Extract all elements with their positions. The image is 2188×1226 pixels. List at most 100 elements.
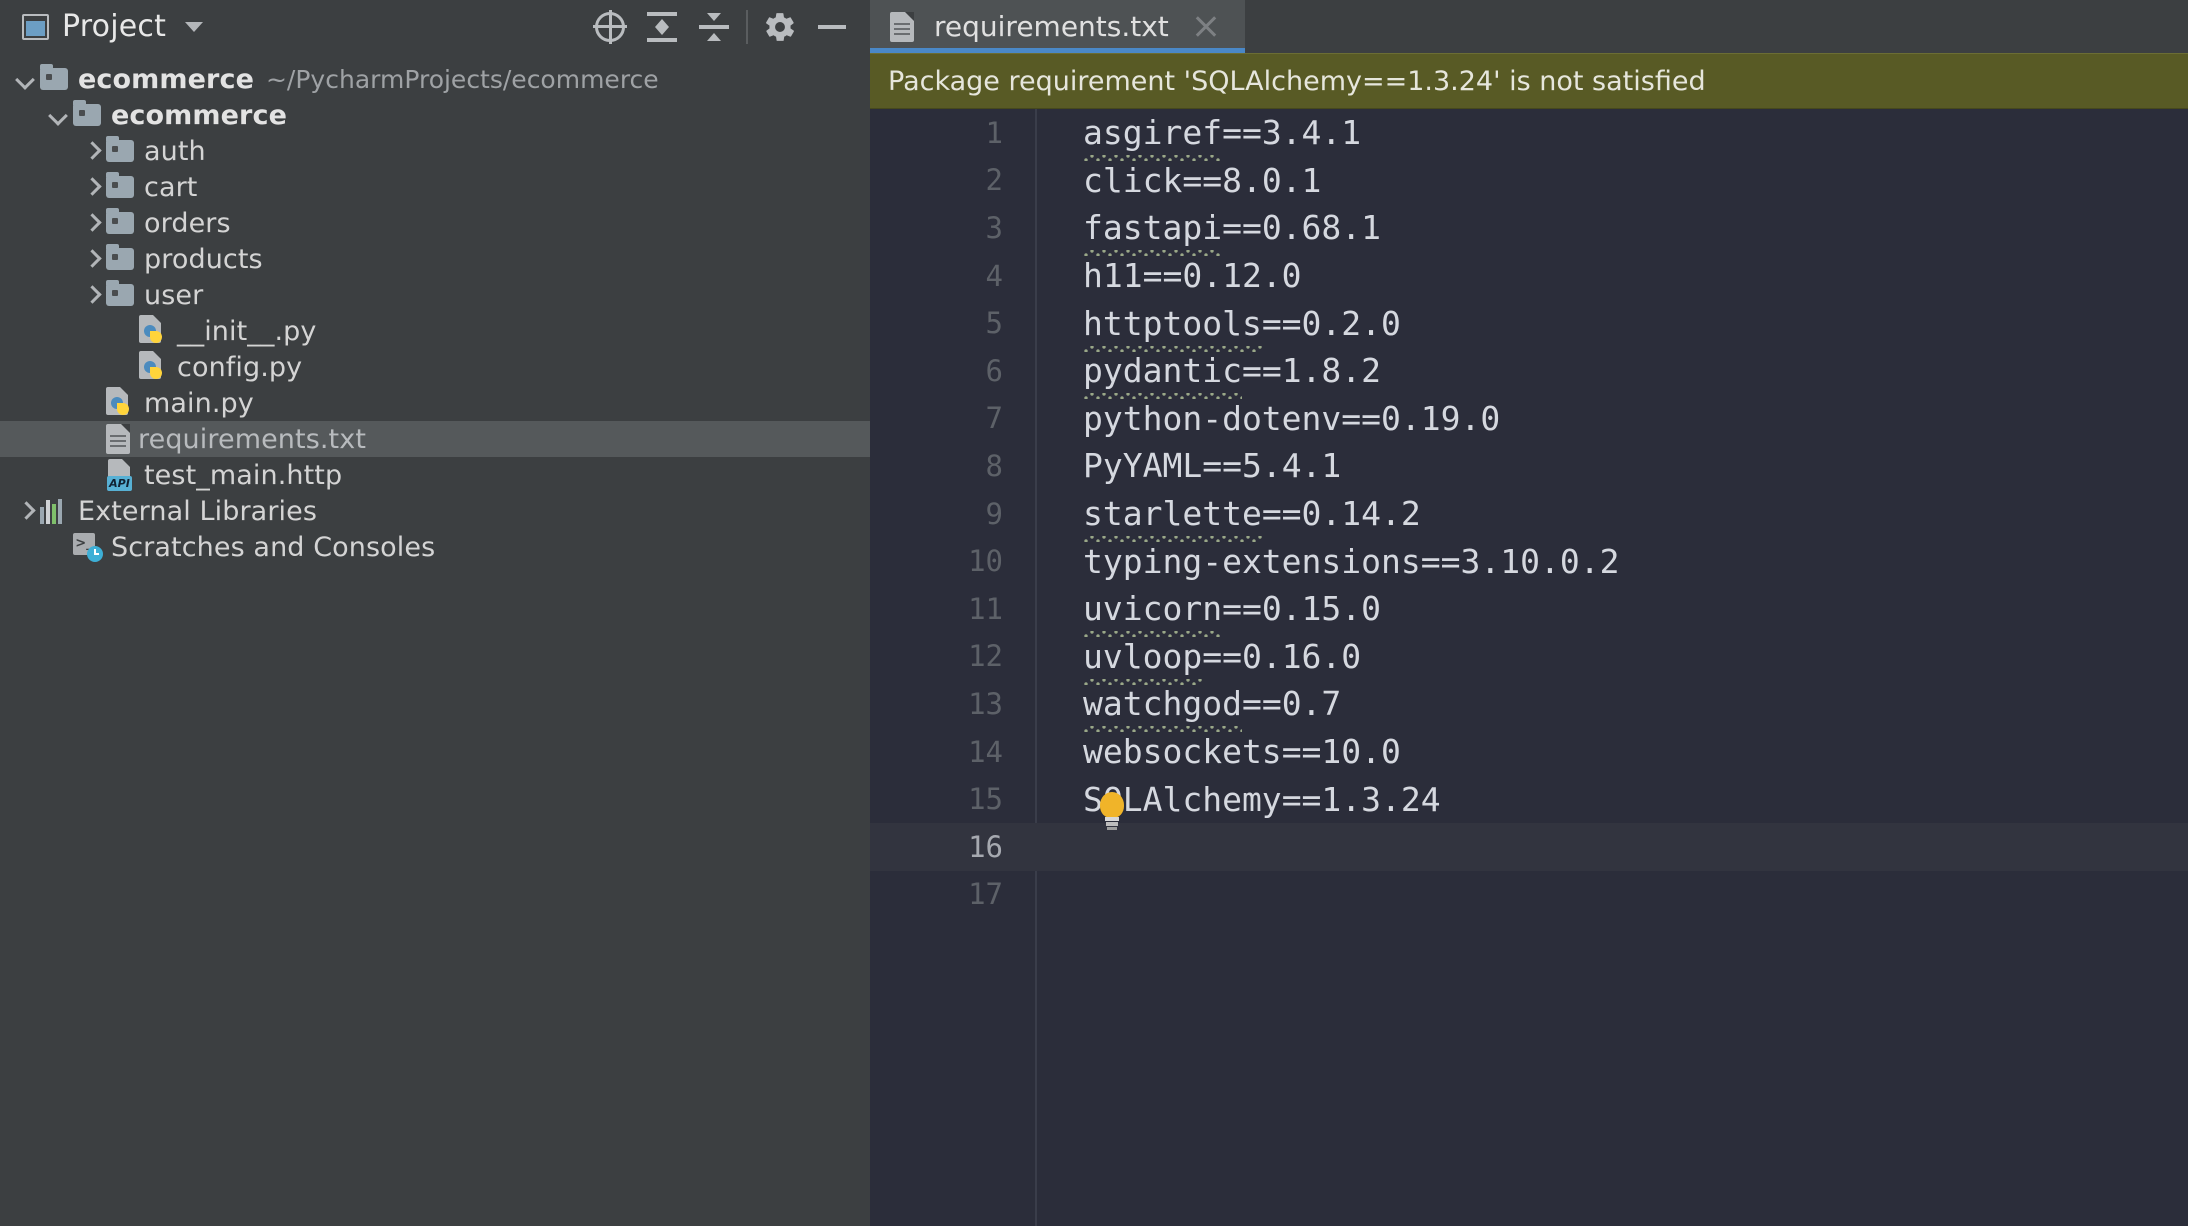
chevron-right-icon[interactable] bbox=[80, 284, 102, 306]
tree-item-init-py[interactable]: __init__.py bbox=[0, 313, 870, 349]
tree-item-label: user bbox=[144, 279, 204, 311]
code-editor[interactable]: 1 asgiref==3.4.1 2 click==8.0.1 3 fastapi==0.… bbox=[870, 109, 2188, 1226]
tree-item-requirements-txt[interactable]: requirements.txt bbox=[0, 421, 870, 457]
text-file-icon bbox=[106, 424, 130, 454]
project-title-group[interactable]: Project bbox=[22, 9, 204, 44]
tree-item-user[interactable]: user bbox=[0, 277, 870, 313]
chevron-down-icon[interactable] bbox=[185, 21, 204, 32]
pycharm-window: Project ecommerce ~/PycharmProjects/ecom… bbox=[0, 0, 2188, 1226]
line-number: 4 bbox=[985, 258, 1003, 293]
tree-item-label: __init__.py bbox=[177, 315, 317, 347]
chevron-right-icon[interactable] bbox=[80, 248, 102, 270]
code-line[interactable]: 9 starlette==0.14.2 bbox=[870, 490, 2188, 538]
settings-button[interactable] bbox=[754, 1, 806, 53]
tree-item-external-libraries[interactable]: External Libraries bbox=[0, 493, 870, 529]
package-name: PyYAML bbox=[1083, 446, 1203, 486]
tree-item-cart[interactable]: cart bbox=[0, 169, 870, 205]
code-line[interactable]: 12 uvloop==0.16.0 bbox=[870, 633, 2188, 681]
package-warning-banner: Package requirement 'SQLAlchemy==1.3.24'… bbox=[870, 53, 2188, 109]
chevron-right-icon[interactable] bbox=[80, 140, 102, 162]
code-line[interactable]: 4 h11==0.12.0 bbox=[870, 252, 2188, 300]
tab-label: requirements.txt bbox=[934, 10, 1169, 43]
code-line[interactable]: 10 typing-extensions==3.10.0.2 bbox=[870, 537, 2188, 585]
code-text: PyYAML==5.4.1 bbox=[1083, 446, 1341, 485]
tab-requirements-txt[interactable]: requirements.txt bbox=[870, 0, 1245, 53]
tree-item-label: config.py bbox=[177, 351, 303, 383]
tree-item-scratches-and-consoles[interactable]: >_ Scratches and Consoles bbox=[0, 529, 870, 565]
tree-item-label: ecommerce bbox=[78, 63, 254, 95]
line-number: 1 bbox=[985, 115, 1003, 150]
code-text: click==8.0.1 bbox=[1083, 161, 1321, 200]
project-toolbar-actions bbox=[584, 0, 858, 53]
package-name: click bbox=[1083, 160, 1183, 200]
collapse-all-button[interactable] bbox=[688, 1, 740, 53]
tree-item-auth[interactable]: auth bbox=[0, 133, 870, 169]
select-opened-file-button[interactable] bbox=[584, 1, 636, 53]
tree-item-label: test_main.http bbox=[144, 459, 343, 491]
editor-area: requirements.txt Package requirement 'SQ… bbox=[870, 0, 2188, 1226]
package-version: ==0.15.0 bbox=[1222, 589, 1382, 629]
tree-item-orders[interactable]: orders bbox=[0, 205, 870, 241]
line-number: 6 bbox=[985, 353, 1003, 388]
code-text: uvicorn==0.15.0 bbox=[1083, 589, 1381, 628]
code-text: httptools==0.2.0 bbox=[1083, 304, 1401, 343]
chevron-down-icon[interactable] bbox=[14, 68, 36, 90]
collapse-all-icon bbox=[698, 11, 730, 43]
package-version: ==0.2.0 bbox=[1261, 303, 1401, 343]
code-line[interactable]: 11 uvicorn==0.15.0 bbox=[870, 585, 2188, 633]
lightbulb-icon[interactable] bbox=[1098, 792, 1126, 831]
code-line[interactable]: 6 pydantic==1.8.2 bbox=[870, 347, 2188, 395]
project-panel-icon bbox=[22, 13, 49, 40]
package-version: ==3.4.1 bbox=[1222, 113, 1362, 153]
minus-icon bbox=[818, 24, 846, 29]
package-name: uvloop bbox=[1083, 636, 1203, 676]
code-text: watchgod==0.7 bbox=[1083, 684, 1341, 723]
chevron-right-icon[interactable] bbox=[80, 212, 102, 234]
package-name: h11 bbox=[1083, 256, 1143, 296]
code-line[interactable]: 2 click==8.0.1 bbox=[870, 157, 2188, 205]
code-line[interactable]: 7 python-dotenv==0.19.0 bbox=[870, 395, 2188, 443]
code-line[interactable]: 14 websockets==10.0 bbox=[870, 728, 2188, 776]
package-name: httptools bbox=[1083, 303, 1262, 343]
line-number: 8 bbox=[985, 448, 1003, 483]
code-line[interactable]: 17 bbox=[870, 871, 2188, 919]
line-number: 7 bbox=[985, 401, 1003, 436]
chevron-right-icon[interactable] bbox=[14, 500, 36, 522]
scratches-icon: >_ bbox=[73, 532, 103, 562]
python-file-icon bbox=[139, 315, 169, 347]
editor-tabbar: requirements.txt bbox=[870, 0, 2188, 53]
chevron-down-icon[interactable] bbox=[47, 104, 69, 126]
expand-all-icon bbox=[646, 11, 678, 43]
package-name: pydantic bbox=[1083, 351, 1242, 391]
line-number: 3 bbox=[985, 210, 1003, 245]
code-line[interactable]: 1 asgiref==3.4.1 bbox=[870, 109, 2188, 157]
package-version: ==10.0 bbox=[1281, 732, 1401, 772]
tree-item-label: auth bbox=[144, 135, 206, 167]
tree-item-test-main-http[interactable]: API test_main.http bbox=[0, 457, 870, 493]
project-tree: ecommerce ~/PycharmProjects/ecommerce ecom… bbox=[0, 53, 870, 1226]
package-name: asgiref bbox=[1083, 113, 1223, 153]
expand-all-button[interactable] bbox=[636, 1, 688, 53]
chevron-right-icon[interactable] bbox=[80, 176, 102, 198]
code-line[interactable]: 16 bbox=[870, 822, 2188, 871]
tree-item-config-py[interactable]: config.py bbox=[0, 349, 870, 385]
package-version: ==3.10.0.2 bbox=[1420, 541, 1620, 581]
code-line[interactable]: 3 fastapi==0.68.1 bbox=[870, 204, 2188, 252]
code-line[interactable]: 15 SQLAlchemy==1.3.24 bbox=[870, 775, 2188, 831]
python-file-icon bbox=[139, 351, 169, 383]
tree-item-ecommerce[interactable]: ecommerce ~/PycharmProjects/ecommerce bbox=[0, 61, 870, 97]
close-icon[interactable] bbox=[1191, 12, 1221, 42]
project-toolbar: Project bbox=[0, 0, 870, 53]
tree-item-main-py[interactable]: main.py bbox=[0, 385, 870, 421]
code-line[interactable]: 13 watchgod==0.7 bbox=[870, 680, 2188, 728]
code-line[interactable]: 8 PyYAML==5.4.1 bbox=[870, 442, 2188, 490]
code-text: typing-extensions==3.10.0.2 bbox=[1083, 542, 1619, 581]
package-version: ==1.3.24 bbox=[1281, 779, 1441, 819]
code-line[interactable]: 5 httptools==0.2.0 bbox=[870, 299, 2188, 347]
tree-item-ecommerce[interactable]: ecommerce bbox=[0, 97, 870, 133]
package-version: ==0.19.0 bbox=[1341, 398, 1501, 438]
tree-item-products[interactable]: products bbox=[0, 241, 870, 277]
hide-panel-button[interactable] bbox=[806, 1, 858, 53]
